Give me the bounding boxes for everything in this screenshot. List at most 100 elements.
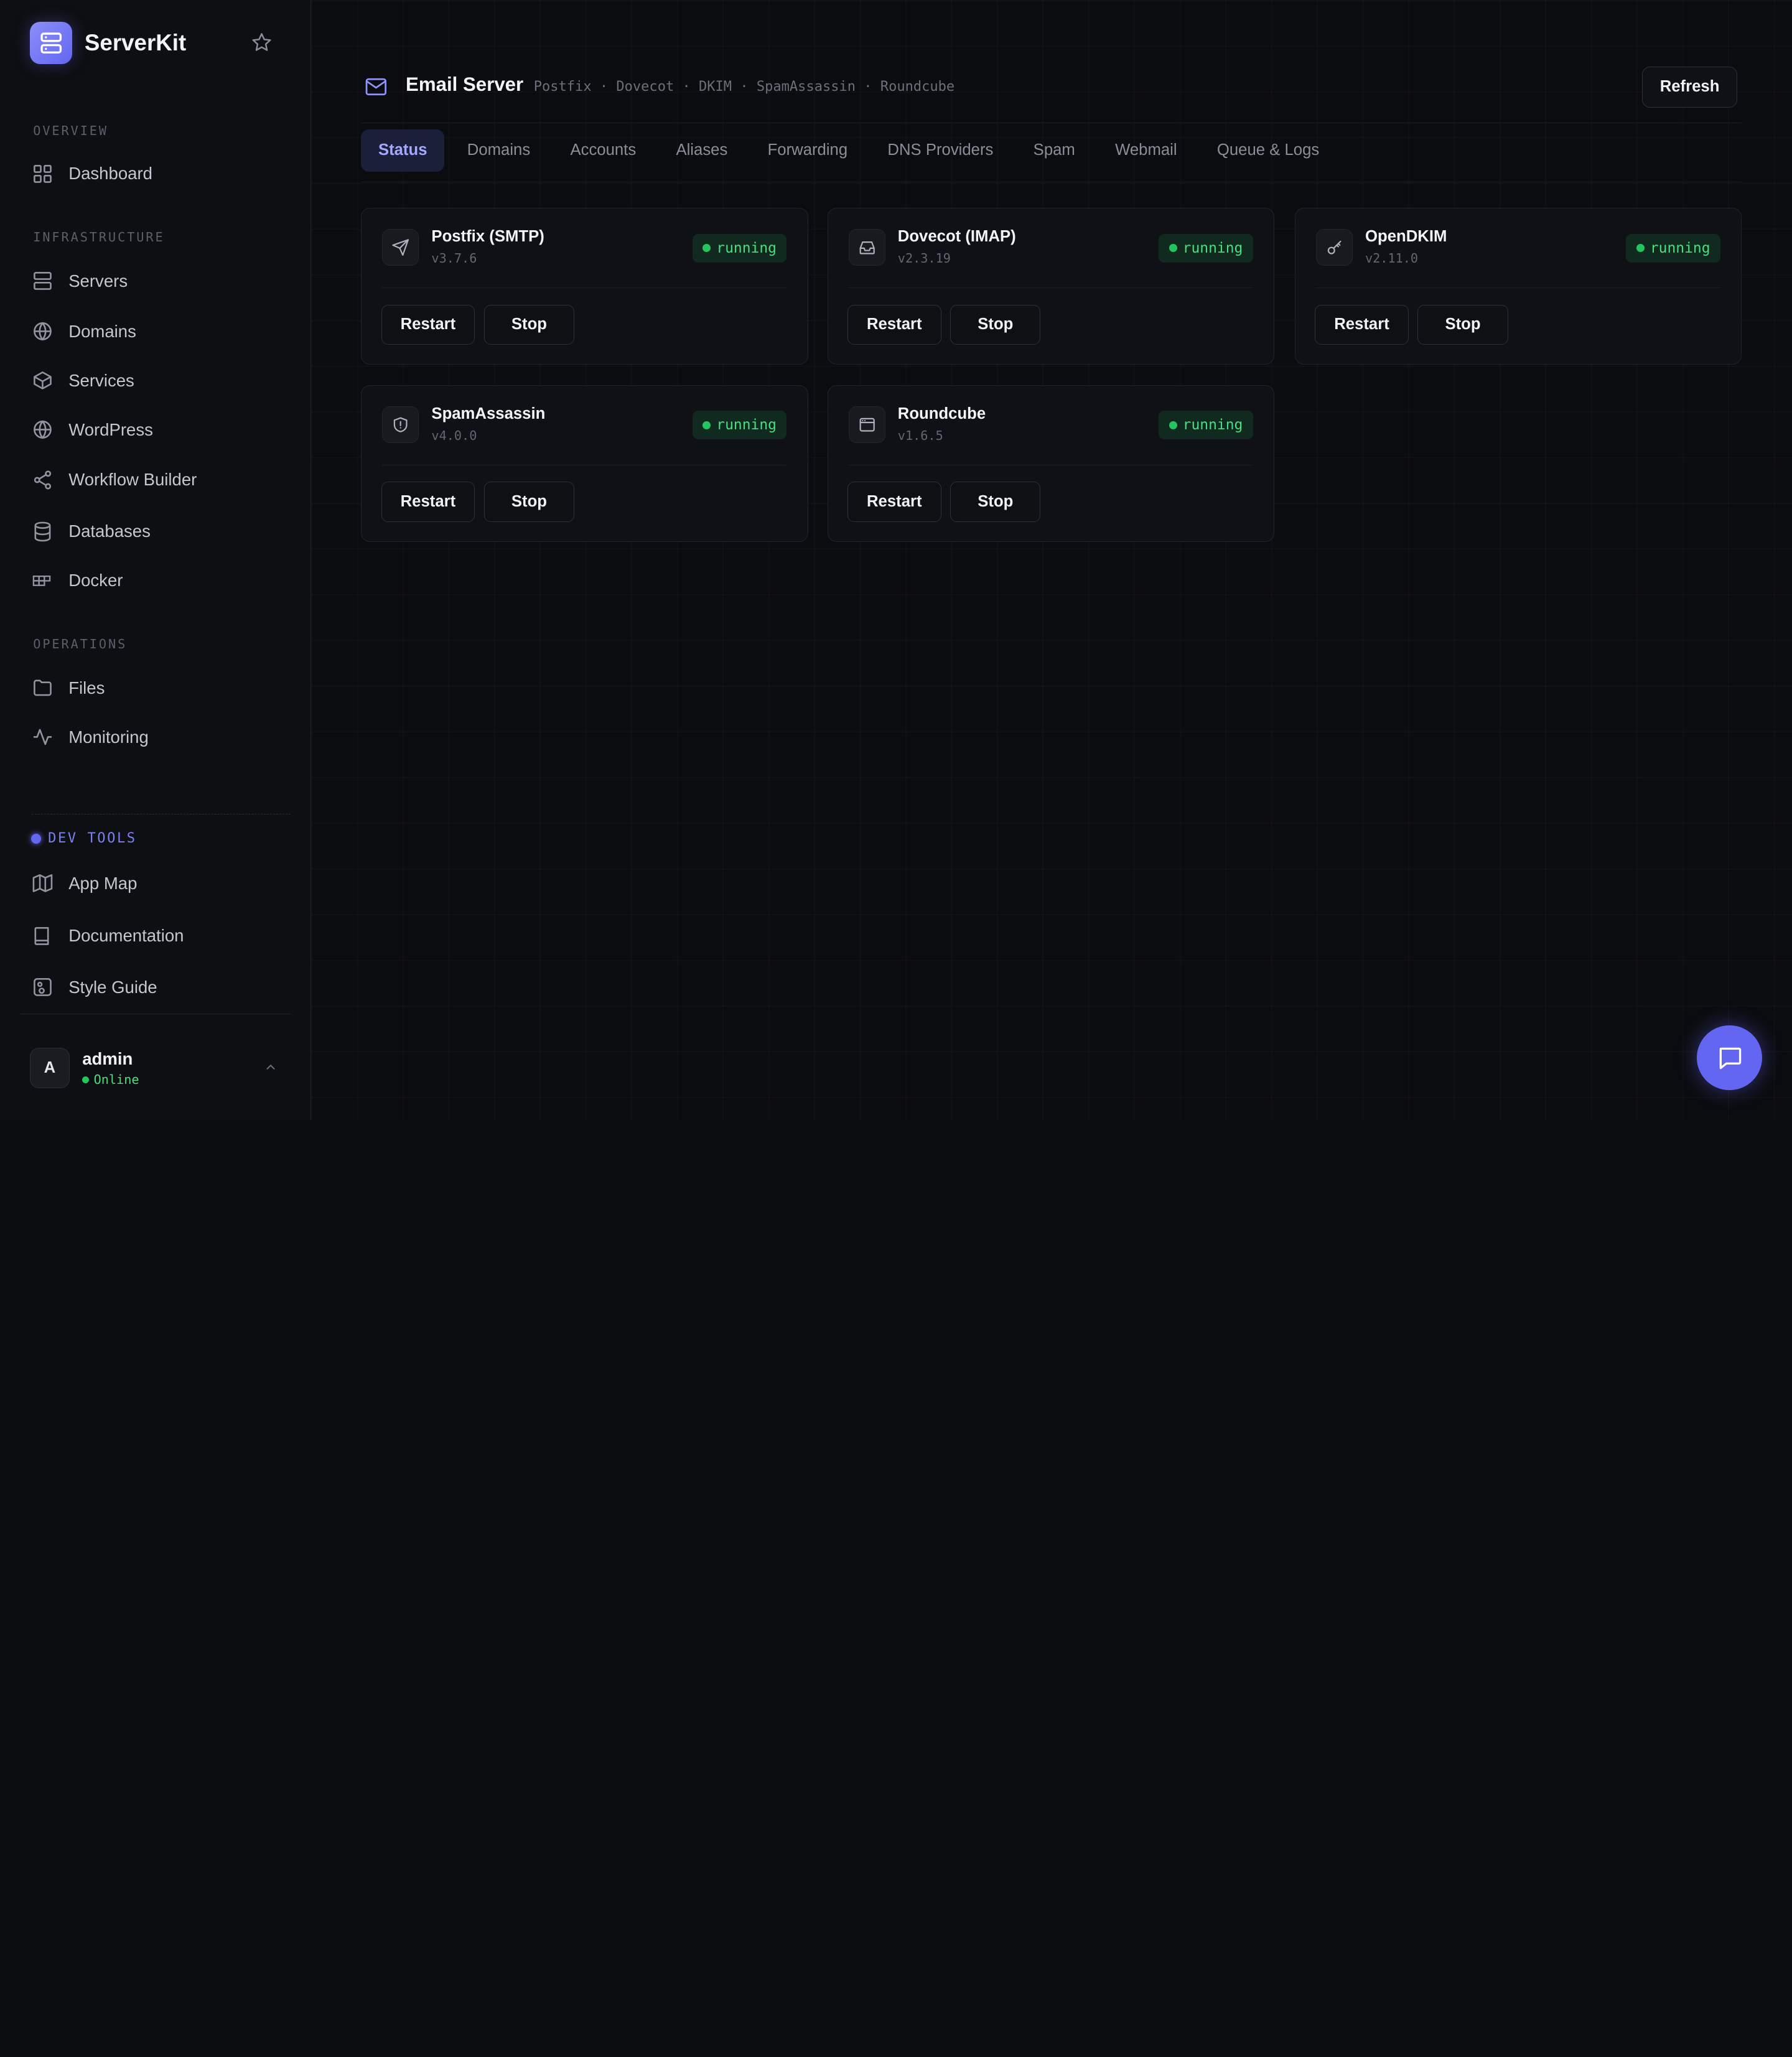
- status-badge: running: [1159, 233, 1253, 263]
- service-name: OpenDKIM: [1365, 228, 1447, 246]
- tab-aliases[interactable]: Aliases: [659, 129, 745, 172]
- sidebar-item-services[interactable]: Services: [32, 365, 294, 396]
- app-root: ServerKit OVERVIEW Dashboard INFRASTRUCT…: [0, 0, 1792, 1120]
- sidebar-item-workflow-builder[interactable]: Workflow Builder: [32, 464, 294, 496]
- sidebar-item-label: Docker: [68, 571, 123, 590]
- service-card: Roundcube v1.6.5 running Restart Stop: [827, 385, 1274, 542]
- service-version: v4.0.0: [431, 427, 477, 443]
- tab-status[interactable]: Status: [361, 129, 445, 172]
- globe-icon: [34, 322, 52, 341]
- service-card: Postfix (SMTP) v3.7.6 running Restart St…: [361, 208, 808, 365]
- sidebar-item-databases[interactable]: Databases: [32, 515, 294, 547]
- dev-tools-dot: [30, 833, 42, 844]
- share-nodes-icon: [34, 470, 52, 490]
- status-dot: [1636, 244, 1645, 253]
- user-status: Online: [82, 1072, 139, 1087]
- sidebar-item-label: Files: [68, 678, 105, 697]
- user-status-label: Online: [93, 1072, 139, 1088]
- stop-button[interactable]: Stop: [1417, 304, 1508, 345]
- status-dot: [702, 421, 711, 429]
- refresh-button[interactable]: Refresh: [1642, 66, 1737, 108]
- section-infrastructure: INFRASTRUCTURE: [33, 230, 165, 245]
- sidebar-item-files[interactable]: Files: [32, 672, 294, 704]
- sidebar-item-docker[interactable]: Docker: [32, 564, 294, 596]
- service-icon-box: [382, 229, 419, 266]
- sidebar-item-dashboard[interactable]: Dashboard: [32, 157, 294, 189]
- sidebar-item-documentation[interactable]: Documentation: [32, 920, 294, 952]
- tab-webmail[interactable]: Webmail: [1098, 129, 1195, 172]
- sidebar-item-label: Style Guide: [68, 977, 157, 997]
- stop-button[interactable]: Stop: [483, 482, 574, 522]
- tab-queue-logs[interactable]: Queue & Logs: [1200, 129, 1336, 172]
- service-name: Roundcube: [897, 405, 986, 423]
- restart-button[interactable]: Restart: [847, 304, 941, 345]
- browser-window-icon: [859, 417, 875, 432]
- dev-tools-label: DEV TOOLS: [48, 831, 137, 847]
- sidebar-item-style-guide[interactable]: Style Guide: [32, 971, 294, 1003]
- restart-button[interactable]: Restart: [381, 304, 475, 345]
- status-label: running: [1182, 417, 1243, 434]
- status-badge: running: [692, 233, 787, 263]
- tab-dns-providers[interactable]: DNS Providers: [870, 129, 1010, 172]
- server-icon: [34, 272, 52, 291]
- star-icon[interactable]: [251, 32, 272, 52]
- sidebar-item-label: Monitoring: [68, 727, 149, 747]
- status-dot: [1169, 244, 1177, 253]
- sidebar-item-monitoring[interactable]: Monitoring: [32, 721, 294, 753]
- status-label: running: [1650, 240, 1710, 256]
- chat-icon: [1719, 1047, 1742, 1070]
- sidebar-item-label: Servers: [68, 271, 128, 291]
- sidebar-item-label: Services: [68, 370, 134, 390]
- sidebar-item-label: Domains: [68, 321, 136, 341]
- status-dot: [702, 244, 711, 253]
- sidebar-item-label: Documentation: [68, 926, 184, 946]
- chevron-up-icon[interactable]: [264, 1060, 278, 1074]
- service-name: Postfix (SMTP): [431, 228, 544, 246]
- stop-button[interactable]: Stop: [950, 482, 1041, 522]
- user-menu[interactable]: A admin Online: [29, 1048, 284, 1088]
- service-name: SpamAssassin: [431, 405, 546, 423]
- sidebar-item-app-map[interactable]: App Map: [32, 867, 294, 899]
- card-divider: [382, 287, 786, 288]
- service-icon-box: [848, 406, 885, 443]
- section-dev-tools: DEV TOOLS: [30, 831, 137, 847]
- box-icon: [34, 371, 52, 390]
- tab-spam[interactable]: Spam: [1016, 129, 1092, 172]
- service-card: OpenDKIM v2.11.0 running Restart Stop: [1294, 208, 1742, 365]
- docker-containers-icon: [33, 575, 51, 586]
- shield-alert-icon: [393, 417, 408, 432]
- tab-accounts[interactable]: Accounts: [553, 129, 653, 172]
- user-info: admin Online: [82, 1048, 139, 1087]
- sidebar-item-servers[interactable]: Servers: [32, 265, 294, 297]
- stop-button[interactable]: Stop: [483, 304, 574, 345]
- status-badge: running: [1626, 233, 1721, 263]
- palette-icon: [34, 978, 52, 997]
- tab-domains[interactable]: Domains: [450, 129, 548, 172]
- chat-button[interactable]: [1697, 1025, 1763, 1091]
- restart-button[interactable]: Restart: [381, 482, 475, 522]
- section-overview: OVERVIEW: [33, 123, 108, 139]
- globe-icon: [34, 420, 52, 439]
- restart-button[interactable]: Restart: [1315, 304, 1409, 345]
- sidebar-item-domains[interactable]: Domains: [32, 315, 294, 347]
- restart-button[interactable]: Restart: [847, 482, 941, 522]
- map-icon: [33, 874, 53, 893]
- service-version: v3.7.6: [431, 251, 477, 266]
- status-badge: running: [692, 411, 787, 440]
- service-card: Dovecot (IMAP) v2.3.19 running Restart S…: [827, 208, 1274, 365]
- brand[interactable]: ServerKit: [29, 21, 186, 64]
- user-name: admin: [82, 1048, 133, 1068]
- status-badge: running: [1159, 411, 1253, 440]
- tab-forwarding[interactable]: Forwarding: [750, 129, 865, 172]
- stop-button[interactable]: Stop: [950, 304, 1041, 345]
- status-label: running: [716, 417, 777, 434]
- key-icon: [1327, 240, 1342, 254]
- send-icon: [392, 239, 409, 256]
- card-divider: [1316, 287, 1720, 288]
- status-label: running: [716, 240, 777, 256]
- sidebar-item-wordpress[interactable]: WordPress: [32, 414, 294, 445]
- database-icon: [34, 521, 51, 541]
- sidebar-item-label: Dashboard: [68, 164, 152, 184]
- avatar: A: [29, 1048, 70, 1088]
- mail-icon: [365, 78, 386, 96]
